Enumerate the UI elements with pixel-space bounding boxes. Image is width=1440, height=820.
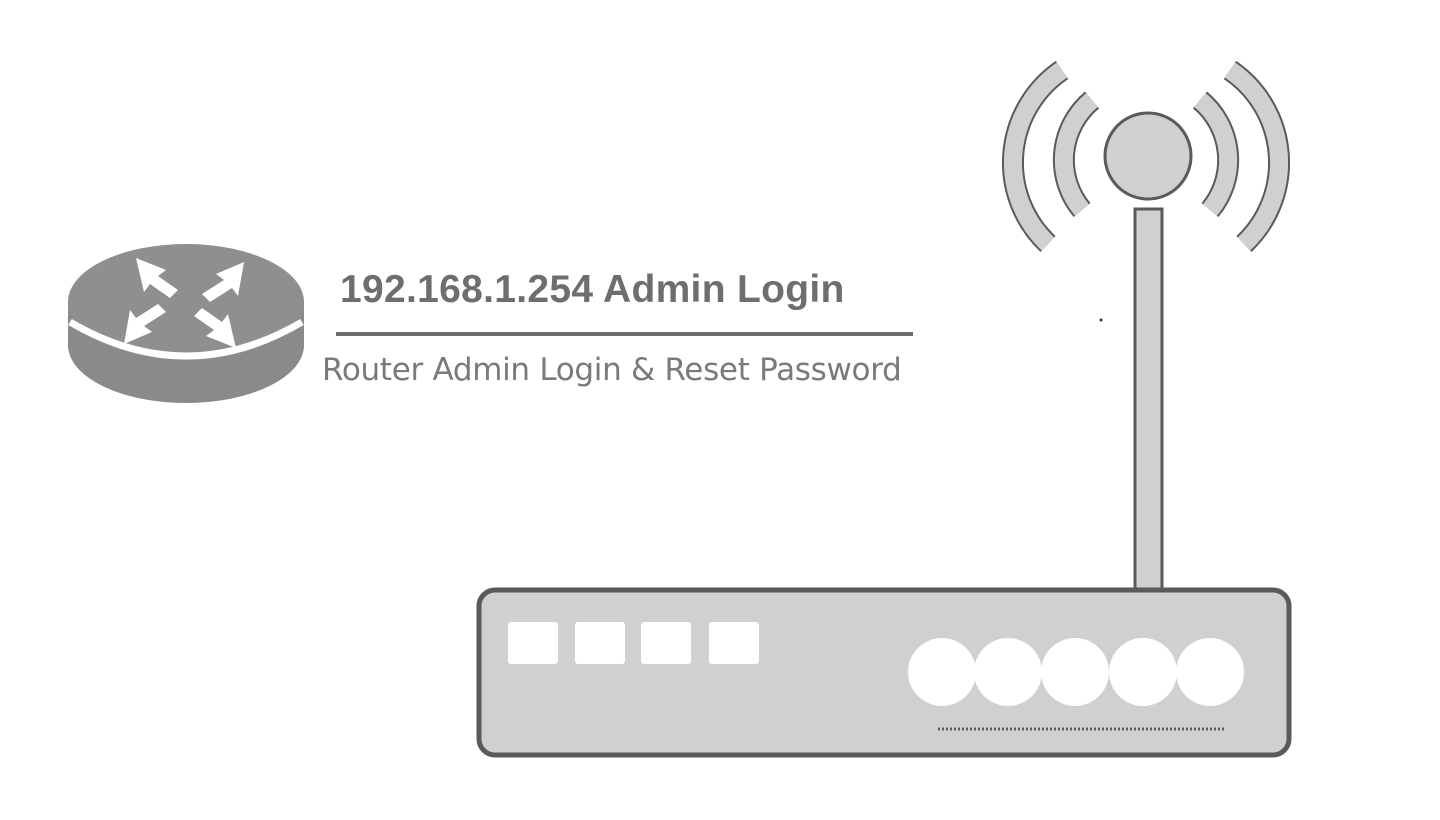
wifi-router-icon bbox=[476, 60, 1292, 758]
